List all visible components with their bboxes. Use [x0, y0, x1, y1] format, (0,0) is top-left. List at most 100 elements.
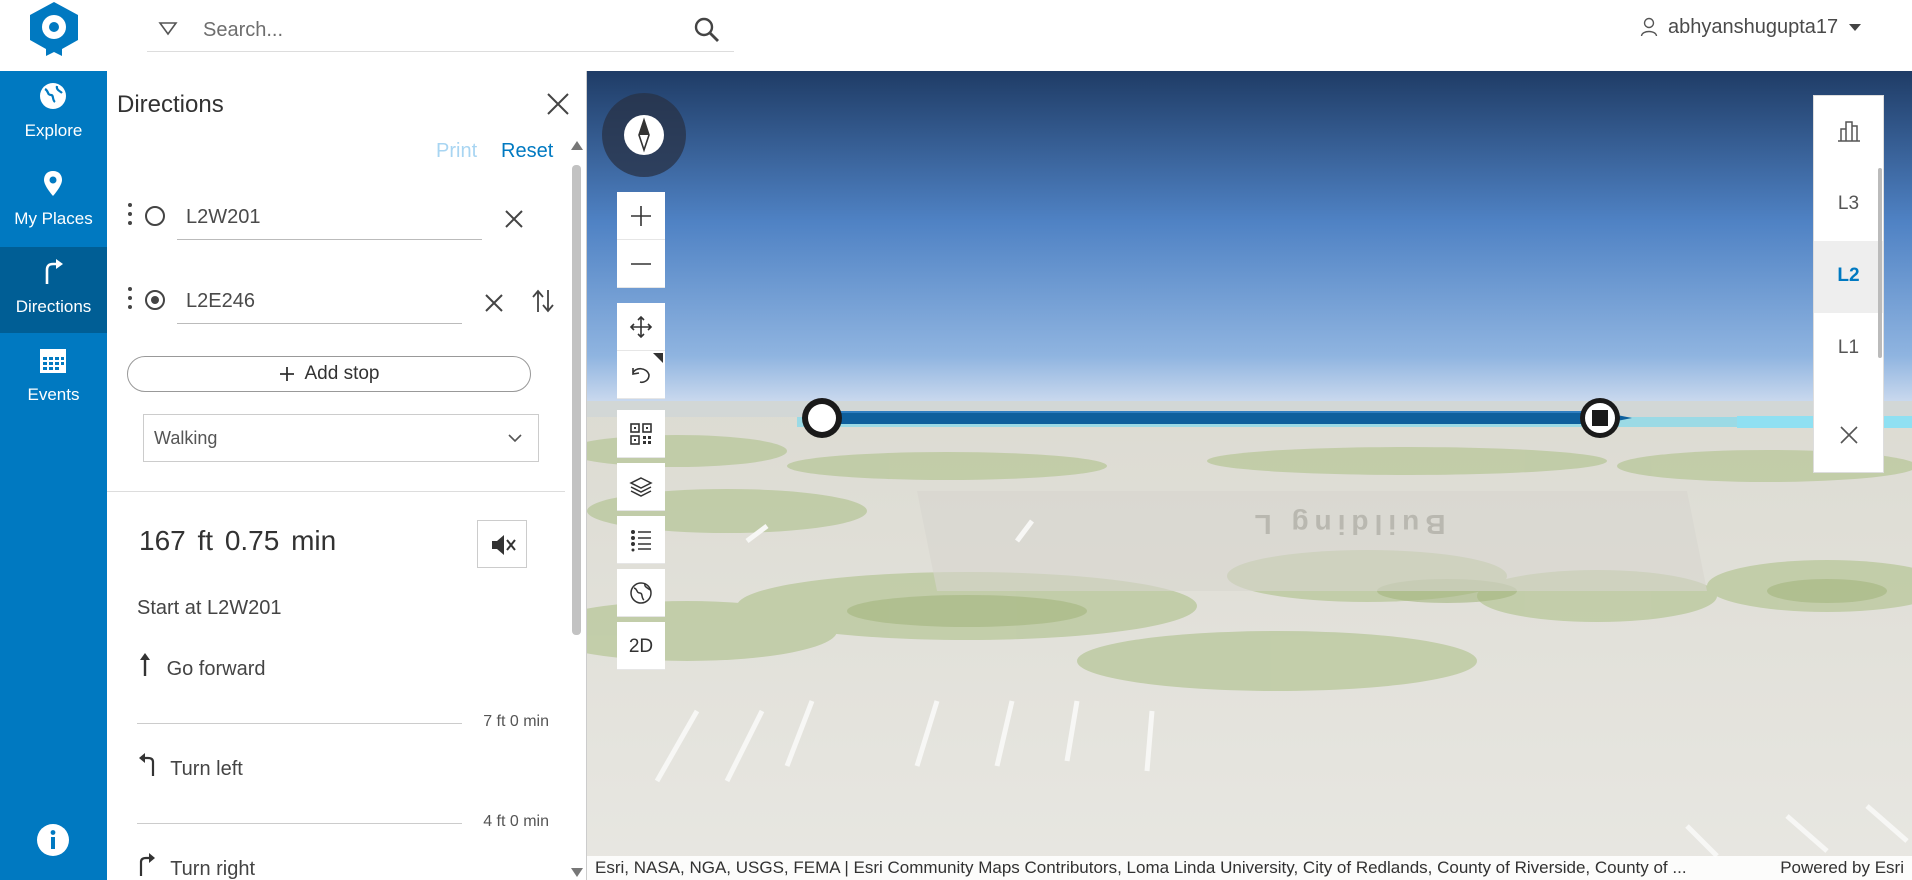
pan-button[interactable]	[617, 303, 665, 351]
floor-button-l3[interactable]: L3	[1814, 169, 1883, 241]
app-logo-icon[interactable]	[22, 0, 86, 60]
qr-code-button[interactable]	[617, 410, 665, 458]
layers-icon	[629, 477, 653, 497]
arrow-up-icon	[140, 653, 150, 676]
step-text: Turn left	[170, 758, 243, 780]
search-icon[interactable]	[693, 16, 721, 44]
travel-mode-select[interactable]: Walking	[143, 414, 539, 462]
user-menu[interactable]: abhyanshugupta17	[1640, 12, 1862, 42]
map-view[interactable]: Building L 2D L3 L2 L1 Esri, NASA, NGA, …	[587, 71, 1912, 880]
rotate-button[interactable]	[617, 351, 665, 399]
filter-dropdown-icon[interactable]	[157, 18, 179, 40]
turn-right-icon	[139, 853, 155, 876]
segment-line	[137, 723, 462, 724]
mute-button[interactable]	[477, 520, 527, 568]
search-bar	[147, 8, 734, 52]
rotate-icon	[632, 367, 650, 384]
drag-handle-icon[interactable]	[127, 286, 133, 310]
floor-picker: L3 L2 L1	[1813, 95, 1884, 473]
user-icon	[1640, 17, 1658, 37]
plus-icon	[631, 206, 651, 226]
step-turn-right[interactable]: Turn right	[137, 851, 255, 880]
origin-stop-row: L2W201	[117, 194, 557, 244]
turn-right-icon	[45, 259, 63, 284]
navigation-mode-controls	[617, 303, 665, 399]
compass-button[interactable]	[602, 93, 686, 177]
clear-destination-icon[interactable]	[483, 292, 505, 314]
nav-item-my-places[interactable]: My Places	[0, 159, 107, 245]
segment-value: 7 ft 0 min	[483, 713, 549, 730]
caret-down-icon	[1849, 24, 1862, 31]
close-icon	[1839, 426, 1858, 444]
step-segment: 7 ft 0 min	[137, 713, 549, 733]
username-label: abhyanshugupta17	[1668, 15, 1839, 38]
zoom-in-button[interactable]	[617, 192, 665, 240]
step-turn-left[interactable]: Turn left	[137, 751, 243, 781]
corner-triangle-icon	[653, 353, 663, 363]
2d-toggle-button[interactable]: 2D	[617, 622, 665, 670]
step-text: Go forward	[166, 658, 266, 680]
legend-button[interactable]	[617, 516, 665, 564]
floor-picker-close-button[interactable]	[1814, 402, 1883, 474]
travel-mode-value: Walking	[154, 428, 218, 448]
view-toggle-widget: 2D	[617, 622, 665, 670]
scroll-thumb[interactable]	[572, 165, 581, 635]
building-icon	[1837, 121, 1860, 142]
legend-widget	[617, 516, 665, 564]
clear-origin-icon[interactable]	[503, 208, 525, 230]
basemap-globe-icon	[630, 582, 652, 604]
destination-stop-row: L2E246	[117, 278, 557, 328]
2d-toggle-label: 2D	[628, 636, 654, 657]
nav-item-explore[interactable]: Explore	[0, 71, 107, 157]
info-icon[interactable]	[36, 823, 70, 857]
drag-handle-icon[interactable]	[127, 202, 133, 226]
pan-arrows-icon	[629, 315, 653, 339]
destination-radio[interactable]	[145, 290, 165, 310]
powered-by-esri[interactable]: Powered by Esri	[1780, 858, 1904, 878]
building-button[interactable]	[1814, 96, 1883, 168]
layers-widget	[617, 463, 665, 511]
step-go-forward[interactable]: Go forward	[137, 651, 266, 681]
attribution-text[interactable]: Esri, NASA, NGA, USGS, FEMA | Esri Commu…	[595, 858, 1687, 878]
list-icon	[631, 530, 651, 552]
minus-icon	[631, 263, 651, 265]
swap-stops-icon[interactable]	[530, 288, 556, 314]
nav-label-explore: Explore	[24, 121, 83, 140]
origin-radio[interactable]	[145, 206, 165, 226]
floor-button-l1[interactable]: L1	[1814, 313, 1883, 385]
nav-label-my-places: My Places	[14, 209, 93, 228]
speaker-muted-icon	[492, 535, 516, 555]
nav-label-directions: Directions	[15, 297, 92, 316]
nav-item-events[interactable]: Events	[0, 335, 107, 421]
zoom-controls	[617, 192, 665, 288]
segment-value: 4 ft 0 min	[483, 813, 549, 830]
scroll-up-arrow-icon[interactable]	[571, 141, 583, 150]
basemap-button[interactable]	[617, 569, 665, 617]
scroll-down-arrow-icon[interactable]	[571, 868, 583, 877]
step-text: Start at L2W201	[137, 597, 282, 619]
top-header: abhyanshugupta17	[0, 0, 1912, 71]
search-input[interactable]	[203, 14, 673, 46]
qr-code-icon	[630, 423, 652, 445]
ground-building-label: Building L	[1249, 509, 1446, 540]
globe-icon	[40, 83, 66, 109]
panel-scrollbar[interactable]	[568, 139, 583, 879]
destination-input[interactable]: L2E246	[177, 278, 462, 324]
calendar-icon	[40, 349, 66, 373]
divider	[107, 491, 565, 492]
nav-item-directions[interactable]: Directions	[0, 247, 107, 333]
pin-icon	[44, 171, 62, 196]
zoom-out-button[interactable]	[617, 240, 665, 288]
floor-picker-scrollbar[interactable]	[1878, 168, 1882, 358]
floor-button-l2[interactable]: L2	[1814, 241, 1883, 313]
close-icon[interactable]	[543, 89, 573, 119]
compass-needle-icon	[638, 117, 650, 153]
print-link[interactable]: Print	[436, 140, 477, 163]
basemap-widget	[617, 569, 665, 617]
origin-input[interactable]: L2W201	[177, 194, 482, 240]
plus-icon	[279, 367, 294, 381]
layers-button[interactable]	[617, 463, 665, 511]
reset-link[interactable]: Reset	[501, 140, 553, 163]
add-stop-button[interactable]: Add stop	[127, 356, 531, 392]
turn-left-icon	[139, 753, 155, 776]
